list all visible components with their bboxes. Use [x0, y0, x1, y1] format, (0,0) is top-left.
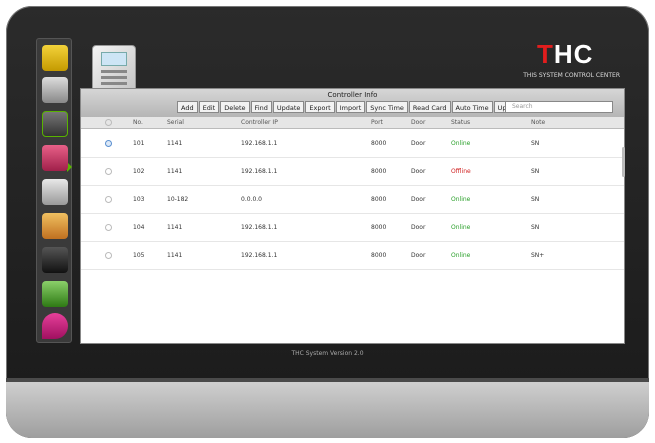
column-header: Note [531, 119, 546, 126]
keys-icon[interactable] [42, 213, 68, 239]
cell-note: SN+ [531, 252, 545, 259]
cell-no: 105 [133, 252, 145, 259]
cell-note: SN [531, 224, 540, 231]
auto-time-button[interactable]: Auto Time [451, 101, 493, 113]
location-icon[interactable] [42, 313, 68, 339]
toolbar: Add Edit Delete Find Update Export Impor… [177, 101, 525, 113]
cell-port: 8000 [371, 224, 387, 231]
find-button[interactable]: Find [250, 101, 272, 113]
status-badge: Online [451, 196, 471, 203]
column-header: Door [411, 119, 426, 126]
cell-ip: 0.0.0.0 [241, 196, 262, 203]
panel-title: Controller Info [327, 91, 378, 99]
read-card-button[interactable]: Read Card [408, 101, 451, 113]
cell-door: Door [411, 196, 426, 203]
row-checkbox[interactable] [105, 140, 112, 147]
brand-subtitle: THIS SYSTEM CONTROL CENTER [523, 72, 620, 79]
device-chin [6, 382, 649, 438]
cell-serial: 1141 [167, 140, 183, 147]
status-badge: Offline [451, 168, 471, 175]
table-row[interactable]: 101 1141 192.168.1.1 8000 Door Online SN [81, 130, 624, 158]
cell-door: Door [411, 140, 426, 147]
cell-ip: 192.168.1.1 [241, 140, 278, 147]
table-row[interactable]: 105 1141 192.168.1.1 8000 Door Online SN… [81, 242, 624, 270]
cell-port: 8000 [371, 252, 387, 259]
card-reader-icon[interactable] [42, 179, 68, 205]
access-controller-icon[interactable] [42, 111, 68, 137]
cell-serial: 10-182 [167, 196, 189, 203]
add-button[interactable]: Add [177, 101, 198, 113]
status-badge: Online [451, 252, 471, 259]
table-header: No. Serial Controller IP Port Door Statu… [81, 117, 624, 129]
row-checkbox[interactable] [105, 196, 112, 203]
cell-ip: 192.168.1.1 [241, 224, 278, 231]
cell-serial: 1141 [167, 224, 183, 231]
door-icon[interactable] [42, 281, 68, 307]
row-checkbox[interactable] [105, 168, 112, 175]
search-input[interactable]: Search [505, 101, 613, 113]
camera-icon[interactable] [42, 77, 68, 103]
cell-no: 102 [133, 168, 145, 175]
cell-note: SN [531, 140, 540, 147]
door-panel-icon[interactable] [42, 45, 68, 71]
column-header: No. [133, 119, 143, 126]
cell-note: SN [531, 196, 540, 203]
select-all-checkbox[interactable] [105, 119, 112, 126]
table-row[interactable]: 104 1141 192.168.1.1 8000 Door Online SN [81, 214, 624, 242]
edit-button[interactable]: Edit [198, 101, 220, 113]
cell-door: Door [411, 168, 426, 175]
cell-port: 8000 [371, 168, 387, 175]
cell-door: Door [411, 252, 426, 259]
cell-port: 8000 [371, 140, 387, 147]
cell-no: 101 [133, 140, 145, 147]
status-badge: Online [451, 140, 471, 147]
table-row[interactable]: 102 1141 192.168.1.1 8000 Door Offline S… [81, 158, 624, 186]
column-header: Controller IP [241, 119, 278, 126]
cell-serial: 1141 [167, 168, 183, 175]
cell-ip: 192.168.1.1 [241, 252, 278, 259]
cell-serial: 1141 [167, 252, 183, 259]
controller-panel: Controller Info Add Edit Delete Find Upd… [80, 88, 625, 344]
footer-text: THC System Version 2.0 [291, 350, 364, 357]
column-header: Status [451, 119, 471, 126]
car-icon[interactable] [42, 145, 68, 171]
scrollbar[interactable] [622, 147, 625, 177]
elevator-icon[interactable] [42, 247, 68, 273]
cell-no: 104 [133, 224, 145, 231]
row-checkbox[interactable] [105, 224, 112, 231]
sync-time-button[interactable]: Sync Time [366, 101, 408, 113]
import-button[interactable]: Import [335, 101, 366, 113]
row-checkbox[interactable] [105, 252, 112, 259]
delete-button[interactable]: Delete [220, 101, 250, 113]
export-button[interactable]: Export [305, 101, 335, 113]
brand-logo: THC [537, 39, 594, 69]
sidebar [36, 38, 72, 343]
panel-header: Controller Info Add Edit Delete Find Upd… [81, 89, 624, 117]
table-row[interactable]: 103 10-182 0.0.0.0 8000 Door Online SN [81, 186, 624, 214]
column-header: Port [371, 119, 383, 126]
column-header: Serial [167, 119, 184, 126]
cell-port: 8000 [371, 196, 387, 203]
cell-door: Door [411, 224, 426, 231]
cell-ip: 192.168.1.1 [241, 168, 278, 175]
update-button[interactable]: Update [272, 101, 305, 113]
status-badge: Online [451, 224, 471, 231]
cell-note: SN [531, 168, 540, 175]
cell-no: 103 [133, 196, 145, 203]
